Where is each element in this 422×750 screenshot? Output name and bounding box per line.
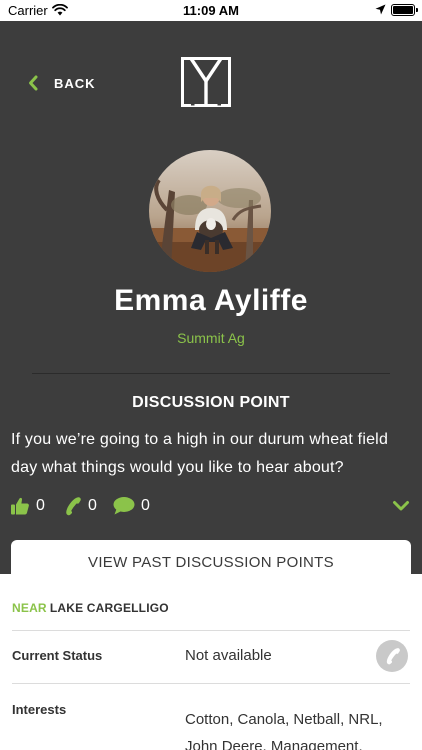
clock: 11:09 AM — [183, 3, 239, 18]
discussion-point-text: If you we’re going to a high in our duru… — [11, 431, 389, 476]
like-button[interactable]: 0 — [10, 494, 45, 518]
chevron-down-icon[interactable] — [392, 500, 410, 512]
reaction-bar: 0 0 0 — [10, 494, 415, 518]
chevron-left-icon — [29, 75, 38, 91]
back-button[interactable]: BACK — [24, 73, 96, 93]
profile-company: Summit Ag — [177, 330, 245, 346]
near-value: LAKE CARGELLIGO — [49, 601, 169, 615]
interests-label: Interests — [12, 702, 67, 717]
call-count: 0 — [88, 497, 97, 514]
near-label: NEAR — [12, 601, 47, 615]
profile-header: BACK Emma Ayliffe Summit Ag DISCUSSION P… — [0, 21, 422, 585]
call-button[interactable] — [376, 640, 408, 672]
divider — [12, 683, 410, 684]
call-count-button[interactable]: 0 — [62, 494, 97, 518]
status-bar: Carrier 11:09 AM — [0, 0, 422, 21]
divider — [12, 630, 410, 631]
thumbs-up-icon — [11, 497, 29, 515]
phone-icon — [66, 497, 81, 516]
location-arrow-icon — [375, 4, 386, 15]
comment-count: 0 — [141, 497, 150, 514]
battery-icon — [391, 4, 418, 16]
discussion-point-heading: DISCUSSION POINT — [132, 394, 290, 411]
interests-value: Cotton, Canola, Netball, NRL, John Deere… — [185, 711, 383, 750]
speech-bubble-icon — [113, 497, 135, 515]
view-past-discussion-points-button[interactable]: VIEW PAST DISCUSSION POINTS — [11, 540, 411, 585]
phone-icon — [386, 648, 400, 665]
back-label: BACK — [54, 75, 96, 91]
like-count: 0 — [36, 497, 45, 514]
current-status-value: Not available — [185, 647, 272, 664]
comment-button[interactable]: 0 — [113, 494, 150, 518]
profile-name: Emma Ayliffe — [114, 284, 308, 317]
near-location: NEAR LAKE CARGELLIGO — [12, 601, 169, 615]
divider — [32, 373, 390, 374]
y-brand-logo — [181, 57, 231, 107]
current-status-label: Current Status — [12, 648, 103, 663]
profile-photo — [149, 150, 271, 272]
